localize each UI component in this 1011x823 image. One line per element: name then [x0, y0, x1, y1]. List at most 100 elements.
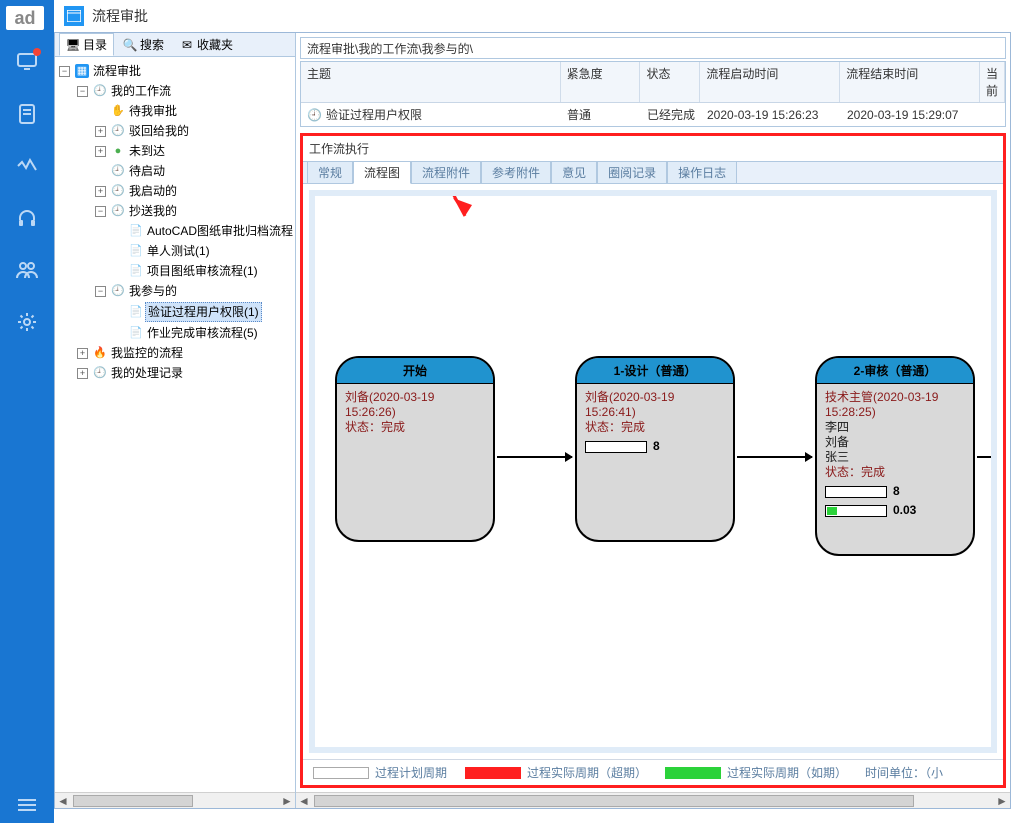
expander-icon[interactable]: −: [77, 86, 88, 97]
left-panel-tabs: 🖥 目录 🔍 搜索 ✉ 收藏夹: [55, 33, 295, 57]
doc-icon: 📄: [129, 224, 143, 238]
tree-label: 我参与的: [127, 282, 179, 300]
tree-label: 流程审批: [91, 62, 143, 80]
tree-participated[interactable]: −🕘我参与的: [95, 281, 295, 301]
clock-icon: 🕘: [111, 204, 125, 218]
tree-view[interactable]: − ▦ 流程审批 − 🕘 我的工作流: [55, 57, 295, 792]
dot-icon: ●: [111, 144, 125, 158]
col-subject[interactable]: 主题: [301, 62, 561, 102]
clock-icon: 🕘: [111, 184, 125, 198]
tree-pending-start[interactable]: 🕘待启动: [95, 161, 295, 181]
expander-icon[interactable]: −: [59, 66, 70, 77]
clock-small-icon: 🕘: [307, 108, 322, 122]
tree-history[interactable]: +🕘我的处理记录: [77, 363, 295, 383]
scroll-thumb[interactable]: [314, 795, 914, 807]
legend-text: 过程计划周期: [375, 764, 447, 781]
tab-attachments[interactable]: 流程附件: [411, 161, 481, 184]
node-title: 1-设计（普通）: [577, 358, 733, 384]
tree-my-workflow[interactable]: − 🕘 我的工作流: [77, 81, 295, 101]
grid-row[interactable]: 🕘 验证过程用户权限 普通 已经完成 2020-03-19 15:26:23 2…: [301, 103, 1005, 126]
menu-icon[interactable]: [0, 799, 54, 811]
expander-icon[interactable]: −: [95, 206, 106, 217]
tree-cc-item[interactable]: 📄AutoCAD图纸审批归档流程: [113, 221, 295, 241]
workflow-title: 工作流执行: [303, 136, 1003, 162]
tree-label: 我的工作流: [109, 82, 173, 100]
right-h-scrollbar[interactable]: ◄ ►: [296, 792, 1010, 808]
flow-node-review[interactable]: 2-审核（普通） 技术主管(2020-03-19 15:28:25) 李四 刘备…: [815, 356, 975, 556]
tab-directory[interactable]: 🖥 目录: [59, 33, 114, 56]
legend-unit: 时间单位：（小: [865, 764, 943, 781]
tree-participated-item[interactable]: 📄作业完成审核流程(5): [113, 323, 295, 343]
annotation-arrow: [309, 190, 975, 336]
fire-icon: 🔥: [93, 346, 107, 360]
grid-header: 主题 紧急度 状态 流程启动时间 流程结束时间 当前: [301, 62, 1005, 103]
tree-label: 项目图纸审核流程(1): [145, 262, 260, 280]
tab-references[interactable]: 参考附件: [481, 161, 551, 184]
tab-flowchart[interactable]: 流程图: [353, 161, 411, 184]
headset-icon[interactable]: [15, 206, 39, 230]
tab-label: 搜索: [140, 36, 164, 53]
node-title: 开始: [337, 358, 493, 384]
scroll-left-icon[interactable]: ◄: [296, 793, 312, 808]
tree-label: 抄送我的: [127, 202, 179, 220]
col-status[interactable]: 状态: [640, 62, 700, 102]
tree-monitored[interactable]: +🔥我监控的流程: [77, 343, 295, 363]
progress-bar: [585, 441, 647, 453]
doc-icon[interactable]: [15, 102, 39, 126]
flow-node-start[interactable]: 开始 刘备(2020-03-19 15:26:26) 状态：完成: [335, 356, 495, 542]
breadcrumb: 流程审批\我的工作流\我参与的\: [300, 37, 1006, 59]
tab-review-log[interactable]: 圈阅记录: [597, 161, 667, 184]
cell-subject: 🕘 验证过程用户权限: [301, 103, 561, 126]
scroll-right-icon[interactable]: ►: [279, 793, 295, 809]
scroll-thumb[interactable]: [73, 795, 193, 807]
flow-node-design[interactable]: 1-设计（普通） 刘备(2020-03-19 15:26:41) 状态：完成 8: [575, 356, 735, 542]
tab-op-log[interactable]: 操作日志: [667, 161, 737, 184]
tree-h-scrollbar[interactable]: ◄ ►: [55, 792, 295, 808]
tab-favorites[interactable]: ✉ 收藏夹: [173, 33, 240, 56]
expander-icon[interactable]: +: [77, 348, 88, 359]
cell-urgency: 普通: [561, 103, 641, 126]
progress-bar-actual: [825, 505, 887, 517]
col-urgency[interactable]: 紧急度: [561, 62, 641, 102]
node-name: 李四: [825, 420, 965, 435]
clock-icon: 🕘: [93, 366, 107, 380]
tab-opinions[interactable]: 意见: [551, 161, 597, 184]
tree-cc-item[interactable]: 📄项目图纸审核流程(1): [113, 261, 295, 281]
clock-icon: 🕘: [111, 284, 125, 298]
tree-started-by-me[interactable]: + 🕘我启动的: [95, 181, 295, 201]
gear-icon[interactable]: [15, 310, 39, 334]
tab-general[interactable]: 常规: [307, 161, 353, 184]
tree-label: 待启动: [127, 162, 167, 180]
col-start[interactable]: 流程启动时间: [700, 62, 840, 102]
cell-status: 已经完成: [641, 103, 701, 126]
doc-icon: 📄: [129, 305, 143, 319]
activity-icon[interactable]: [15, 154, 39, 178]
expander-icon[interactable]: +: [95, 146, 106, 157]
doc-icon: 📄: [129, 326, 143, 340]
bar-label: 8: [653, 439, 660, 454]
expander-icon[interactable]: +: [77, 368, 88, 379]
expander-icon[interactable]: −: [95, 286, 106, 297]
tree-root[interactable]: − ▦ 流程审批: [59, 61, 295, 81]
tree-not-arrived[interactable]: + ●未到达: [95, 141, 295, 161]
scroll-left-icon[interactable]: ◄: [55, 793, 71, 809]
tree-label: 未到达: [127, 142, 167, 160]
tree-label: AutoCAD图纸审批归档流程: [145, 222, 295, 240]
tree-cc-item[interactable]: 📄单人测试(1): [113, 241, 295, 261]
tree-rejected[interactable]: +🕘驳回给我的: [95, 121, 295, 141]
bar-label: 8: [893, 484, 900, 499]
tree-label: 我启动的: [127, 182, 179, 200]
expander-icon[interactable]: +: [95, 126, 106, 137]
monitor-icon[interactable]: [15, 50, 39, 74]
tree-pending-approve[interactable]: ✋待我审批: [95, 101, 295, 121]
scroll-right-icon[interactable]: ►: [994, 793, 1010, 808]
tab-search[interactable]: 🔍 搜索: [116, 33, 171, 56]
tree-participated-item[interactable]: 📄验证过程用户权限(1): [113, 301, 295, 323]
flowchart-canvas[interactable]: 开始 刘备(2020-03-19 15:26:26) 状态：完成 1-设计（普通…: [309, 190, 997, 753]
col-end[interactable]: 流程结束时间: [840, 62, 980, 102]
expander-icon[interactable]: +: [95, 186, 106, 197]
users-icon[interactable]: [15, 258, 39, 282]
col-current[interactable]: 当前: [980, 62, 1005, 102]
tree-cc-to-me[interactable]: −🕘抄送我的: [95, 201, 295, 221]
progress-bar: [825, 486, 887, 498]
